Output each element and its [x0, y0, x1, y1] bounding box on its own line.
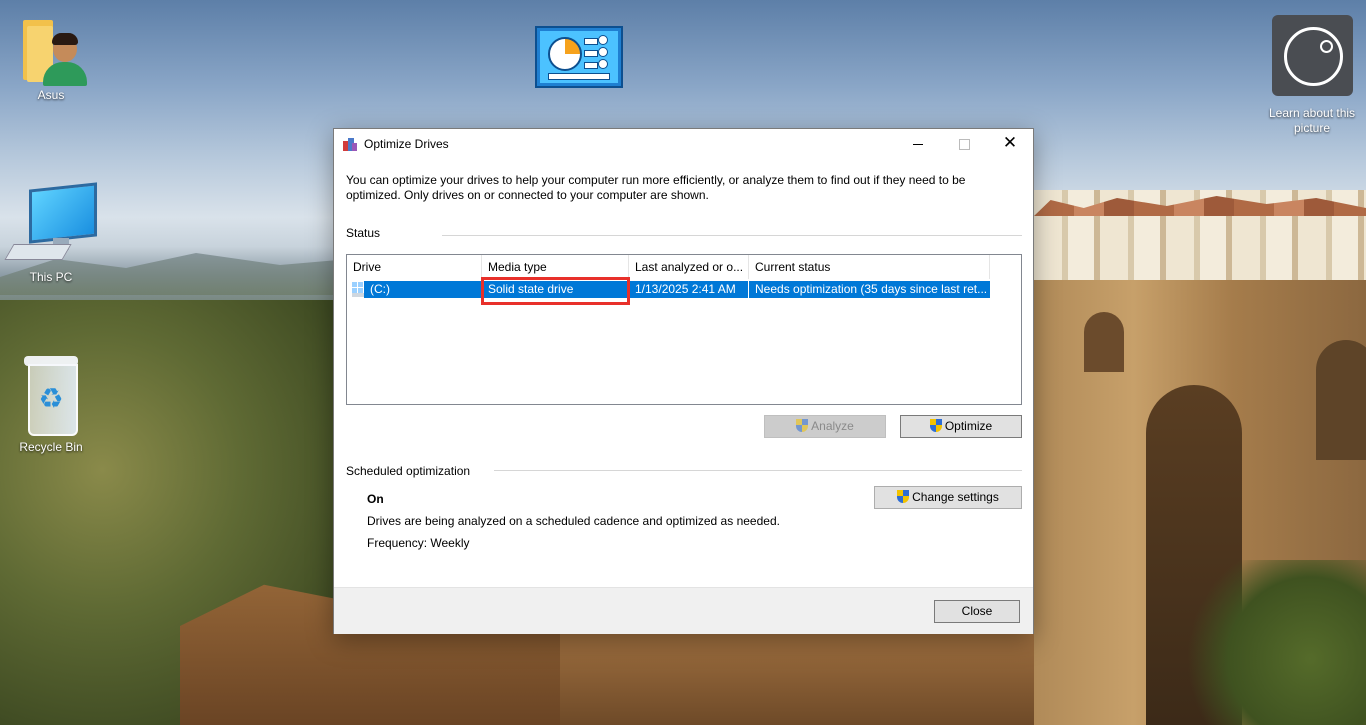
background-cliff-base [560, 630, 1060, 725]
cell-drive: (C:) [364, 281, 482, 298]
scheduled-divider [494, 470, 1022, 471]
user-folder-icon [23, 14, 87, 86]
desktop-icon-asus[interactable]: Asus [6, 14, 96, 102]
maximize-icon [959, 139, 970, 150]
minimize-button[interactable] [895, 129, 941, 159]
bridge-small-arch [1084, 312, 1124, 372]
desktop-icon-label: This PC [29, 270, 73, 284]
scheduled-optimization-label: Scheduled optimization [346, 464, 471, 478]
schedule-frequency: Frequency: Weekly [367, 536, 470, 550]
desktop-icon-recycle-bin[interactable]: ♻ Recycle Bin [6, 352, 96, 454]
column-header-current-status[interactable]: Current status [749, 255, 990, 279]
defrag-icon [343, 138, 357, 151]
analyze-button[interactable]: Analyze [764, 415, 886, 438]
window-title: Optimize Drives [364, 137, 449, 151]
computer-icon [4, 182, 97, 266]
close-button[interactable]: Close [934, 600, 1020, 623]
close-icon: ✕ [1002, 133, 1018, 152]
uac-shield-icon [796, 419, 809, 432]
control-panel-icon[interactable] [535, 26, 623, 88]
optimize-drives-window: Optimize Drives ✕ You can optimize your … [333, 128, 1034, 634]
close-window-button[interactable]: ✕ [987, 129, 1033, 159]
column-header-media-type[interactable]: Media type [482, 255, 629, 279]
cell-last-analyzed: 1/13/2025 2:41 AM [629, 281, 748, 298]
recycle-bin-icon: ♻ [16, 352, 86, 436]
learn-about-picture-label[interactable]: Learn about this picture [1262, 106, 1362, 136]
column-header-last-analyzed[interactable]: Last analyzed or o... [629, 255, 749, 279]
desktop-icon-this-pc[interactable]: This PC [4, 182, 97, 284]
highlight-annotation-box [481, 277, 630, 305]
desktop-icon-label: Asus [37, 88, 65, 102]
optimize-button[interactable]: Optimize [900, 415, 1022, 438]
maximize-button[interactable] [941, 129, 987, 159]
schedule-state: On [367, 492, 384, 506]
cell-current-status: Needs optimization (35 days since last r… [749, 281, 990, 298]
uac-shield-icon [929, 419, 942, 432]
dialog-footer: Close [334, 587, 1033, 634]
description-text: You can optimize your drives to help you… [346, 173, 966, 202]
camera-icon[interactable] [1272, 15, 1353, 96]
table-row[interactable]: (C:) Solid state drive 1/13/2025 2:41 AM… [347, 281, 990, 298]
status-label: Status [346, 226, 381, 240]
drive-list[interactable]: Drive Media type Last analyzed or o... C… [346, 254, 1022, 405]
title-bar[interactable]: Optimize Drives ✕ [334, 129, 1033, 159]
bridge-right-arch [1316, 340, 1366, 460]
background-greenery [1180, 560, 1366, 725]
column-header-drive[interactable]: Drive [347, 255, 482, 279]
change-settings-button[interactable]: Change settings [874, 486, 1022, 509]
status-divider [442, 235, 1022, 236]
schedule-description: Drives are being analyzed on a scheduled… [367, 514, 780, 528]
uac-shield-icon [897, 490, 910, 503]
desktop-icon-label: Recycle Bin [19, 440, 83, 454]
minimize-icon [913, 144, 923, 145]
